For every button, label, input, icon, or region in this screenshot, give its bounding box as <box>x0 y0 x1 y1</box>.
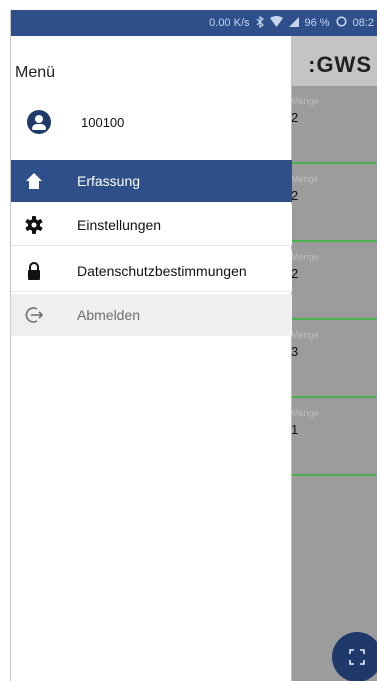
scan-button[interactable] <box>332 632 377 681</box>
quantity-label: Menge <box>291 408 319 418</box>
navigation-drawer: Menü 100100 Erfassung Einstellungen Date… <box>11 36 292 681</box>
drawer-item-label: Erfassung <box>77 173 141 189</box>
user-account: 100100 <box>11 108 292 148</box>
logo-text: GWS <box>316 52 372 77</box>
drawer-item-datenschutz[interactable]: Datenschutzbestimmungen <box>11 250 292 292</box>
drawer-item-einstellungen[interactable]: Einstellungen <box>11 204 292 246</box>
user-name: 100100 <box>81 115 125 130</box>
wifi-icon <box>269 16 283 30</box>
status-bar: 0.00 K/s 96 % 08:2 <box>11 10 377 36</box>
quantity-label: Menge <box>291 330 319 340</box>
signal-icon <box>288 16 299 30</box>
drawer-item-erfassung[interactable]: Erfassung <box>11 160 292 202</box>
drawer-title: Menü <box>15 64 56 81</box>
quantity-label: Menge <box>291 174 319 184</box>
home-icon <box>23 170 45 192</box>
quantity-value: 2 <box>291 110 299 125</box>
drawer-item-label: Abmelden <box>77 307 141 323</box>
battery-icon <box>335 16 347 30</box>
account-circle-icon <box>27 110 51 134</box>
bluetooth-icon <box>256 15 264 31</box>
phone-screen: 0.00 K/s 96 % 08:2 :GWS Menge 2 Menge 2 … <box>10 10 377 681</box>
quantity-value: 1 <box>291 422 299 437</box>
scan-icon <box>349 649 365 665</box>
quantity-value: 2 <box>291 266 299 281</box>
battery-percent: 96 % <box>304 17 330 29</box>
gear-icon <box>23 214 45 236</box>
lock-icon <box>23 260 45 282</box>
network-speed: 0.00 K/s <box>209 17 250 29</box>
clock: 08:2 <box>352 17 374 29</box>
drawer-item-label: Datenschutzbestimmungen <box>77 262 247 279</box>
drawer-item-label: Einstellungen <box>77 216 162 233</box>
app-logo: :GWS <box>308 52 372 77</box>
quantity-value: 2 <box>291 188 299 203</box>
quantity-label: Menge <box>291 252 319 262</box>
quantity-value: 3 <box>291 344 299 359</box>
logout-icon <box>23 304 45 326</box>
drawer-item-abmelden[interactable]: Abmelden <box>11 294 292 336</box>
quantity-label: Menge <box>291 96 319 106</box>
